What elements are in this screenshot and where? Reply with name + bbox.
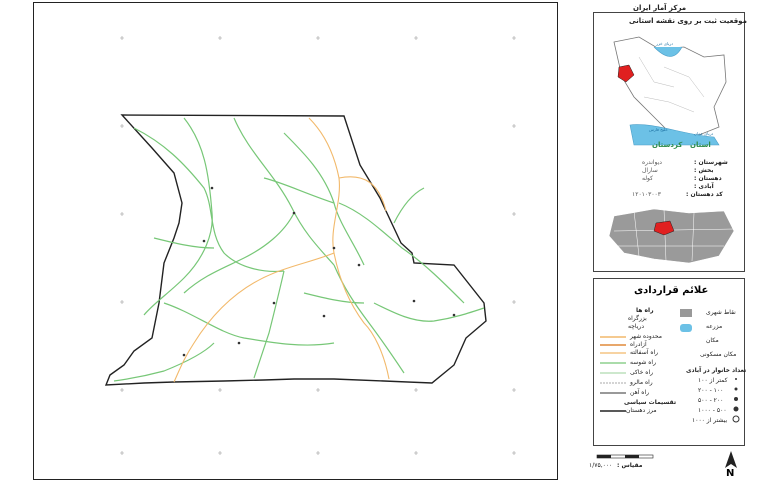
province-label: استان xyxy=(690,141,711,149)
province-name: کردستان xyxy=(652,141,683,149)
scale-bar xyxy=(596,454,654,459)
political-1: مرز دهستان xyxy=(626,407,657,414)
pop-5: بیشتر از ۱۰۰۰ xyxy=(692,417,728,424)
road-2: آزادراه xyxy=(630,341,647,348)
political-title: تقسیمات سیاسی xyxy=(624,399,677,406)
legend-left-4: مکان مسکونی xyxy=(700,351,737,358)
pop-3: ۲۰۰ - ۵۰۰ xyxy=(698,397,724,404)
road-6: راه مالرو xyxy=(630,379,653,386)
info-key-2: بخش : xyxy=(694,167,714,174)
info-key-3: دهستان : xyxy=(694,175,722,182)
legend-left-2: مزرعه xyxy=(706,323,723,330)
roads-title: راه ها xyxy=(636,307,654,314)
map-canvas[interactable] xyxy=(34,3,558,480)
side-panel: مرکز آمار ایران موقعیت ثبت بر روی نقشه ا… xyxy=(573,2,768,480)
road-3: راه آسفالته xyxy=(630,349,659,356)
location-box: موقعیت ثبت بر روی نقشه استانی دریای خزر … xyxy=(593,12,747,272)
road-4: راه شوسه xyxy=(630,359,656,366)
road-1: محدوده شهر xyxy=(630,333,662,340)
info-key-5: کد دهستان : xyxy=(686,191,723,198)
info-value-5: ۱۲۰۱۰۳۰۰۳ xyxy=(632,191,662,198)
location-title: موقعیت ثبت بر روی نقشه استانی xyxy=(629,17,747,25)
caspian-label: دریای خزر xyxy=(656,41,674,46)
info-key-4: آبادی : xyxy=(694,183,714,190)
road-7: راه آهن xyxy=(630,389,650,396)
right-item-1: بزرگراه xyxy=(628,315,647,322)
province-map xyxy=(608,208,735,264)
pop-4: ۵۰۰ - ۱۰۰۰ xyxy=(698,407,727,414)
gulf-label: خلیج فارس xyxy=(649,127,668,132)
road-symbols xyxy=(600,336,626,412)
info-value-1: دیواندره xyxy=(642,159,662,166)
pop-1: کمتر از ۱۰۰ xyxy=(698,377,728,384)
pop-symbols xyxy=(732,378,740,423)
grid-ticks xyxy=(120,36,516,455)
scale-value: ۱/۷۵,۰۰۰ xyxy=(589,462,613,469)
header-title: مرکز آمار ایران xyxy=(633,4,687,12)
legend-left-3: مکان xyxy=(706,337,719,344)
road-5: راه خاکی xyxy=(630,369,654,376)
legend-left-1: نقاط شهری xyxy=(706,309,736,316)
info-key-1: شهرستان : xyxy=(694,159,728,166)
north-arrow: N xyxy=(723,450,739,480)
info-value-2: سارال xyxy=(642,167,658,174)
scale-label: مقیاس : xyxy=(617,462,643,469)
map-frame[interactable] xyxy=(33,2,558,480)
oman-label: دریای عمان xyxy=(694,131,714,136)
pop-2: ۱۰۰ - ۲۰۰ xyxy=(698,387,724,394)
north-letter: N xyxy=(726,468,735,479)
urban-area-symbol xyxy=(680,309,692,317)
legend-title: علائم قراردادی xyxy=(634,285,709,296)
legend-box: علائم قراردادی نقاط شهری مزرعه مکان مکان… xyxy=(593,278,747,446)
pop-title: تعداد خانوار در آبادی xyxy=(686,367,747,374)
lake-symbol xyxy=(680,324,692,332)
right-item-2: دریاچه xyxy=(628,323,644,330)
info-value-3: کوله xyxy=(642,175,654,182)
